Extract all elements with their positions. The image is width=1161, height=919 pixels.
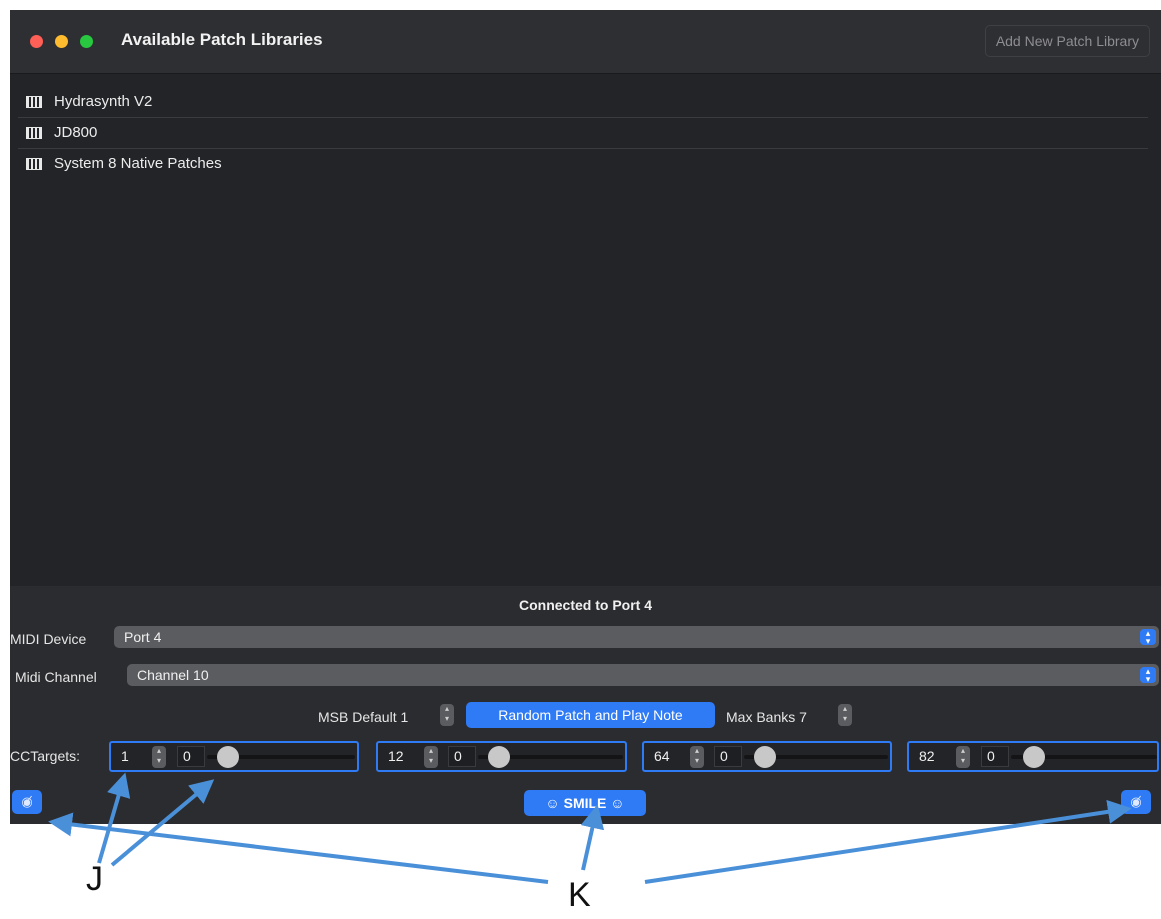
annotation-k: K — [568, 876, 591, 914]
arrow-j-to-cc-value — [110, 779, 215, 867]
annotation-arrows — [48, 772, 1132, 884]
arrow-j-to-cc-number — [97, 772, 131, 864]
arrow-k-to-smile — [580, 804, 605, 871]
arrow-k-to-left-eye — [48, 812, 549, 884]
arrow-k-to-right-eye — [644, 799, 1132, 884]
annotation-j: J — [86, 860, 103, 898]
